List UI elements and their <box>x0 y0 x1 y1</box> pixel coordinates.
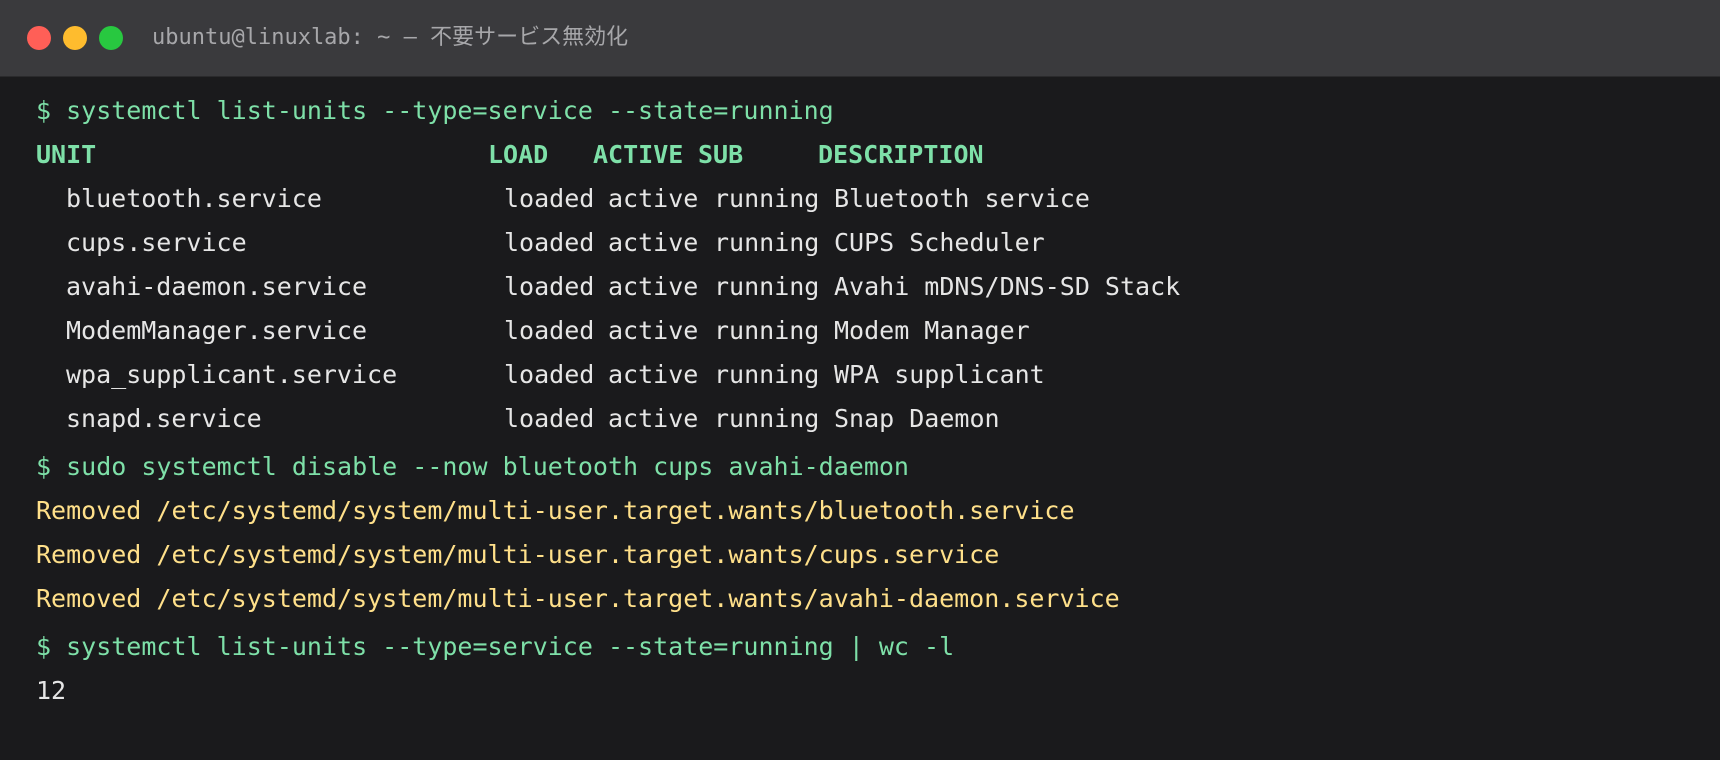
row-sub: running <box>714 228 820 257</box>
row-load: loaded <box>504 316 595 345</box>
terminal-output[interactable]: $ systemctl list-units --type=service --… <box>0 77 1720 760</box>
row-load: loaded <box>504 228 595 257</box>
row-sub: running <box>714 404 820 433</box>
command-line: $ systemctl list-units --type=service --… <box>36 632 955 661</box>
close-button[interactable] <box>27 26 51 50</box>
table-row: snapd.service loaded active running Snap… <box>36 401 1436 437</box>
row-unit: snapd.service <box>66 404 262 433</box>
row-load: loaded <box>504 184 595 213</box>
row-description: WPA supplicant <box>834 360 1045 389</box>
command-line: $ sudo systemctl disable --now bluetooth… <box>36 452 909 481</box>
row-description: Avahi mDNS/DNS-SD Stack <box>834 272 1181 301</box>
header-description: DESCRIPTION <box>818 140 984 169</box>
row-load: loaded <box>504 360 595 389</box>
terminal-window: ubuntu@linuxlab: ~ — 不要サービス無効化 $ systemc… <box>0 0 1720 760</box>
command-line: $ systemctl list-units --type=service --… <box>36 96 834 125</box>
output-line: Removed /etc/systemd/system/multi-user.t… <box>36 540 1000 569</box>
row-active: active <box>608 316 699 345</box>
output-line: Removed /etc/systemd/system/multi-user.t… <box>36 496 1075 525</box>
row-description: CUPS Scheduler <box>834 228 1045 257</box>
row-active: active <box>608 360 699 389</box>
row-sub: running <box>714 360 820 389</box>
row-sub: running <box>714 272 820 301</box>
zoom-button[interactable] <box>99 26 123 50</box>
row-unit: cups.service <box>66 228 247 257</box>
header-active: ACTIVE <box>593 140 684 169</box>
table-row: avahi-daemon.service loaded active runni… <box>36 269 1436 305</box>
row-unit: avahi-daemon.service <box>66 272 368 301</box>
row-description: Modem Manager <box>834 316 1030 345</box>
row-active: active <box>608 404 699 433</box>
title-bar: ubuntu@linuxlab: ~ — 不要サービス無効化 <box>0 0 1720 77</box>
row-unit: bluetooth.service <box>66 184 322 213</box>
row-description: Snap Daemon <box>834 404 1000 433</box>
output-line: Removed /etc/systemd/system/multi-user.t… <box>36 584 1120 613</box>
table-row: wpa_supplicant.service loaded active run… <box>36 357 1436 393</box>
header-unit: UNIT <box>36 140 97 169</box>
row-unit: ModemManager.service <box>66 316 368 345</box>
table-row: ModemManager.service loaded active runni… <box>36 313 1436 349</box>
table-row: bluetooth.service loaded active running … <box>36 181 1436 217</box>
table-header: UNIT LOAD ACTIVE SUB DESCRIPTION <box>36 137 1236 173</box>
window-title: ubuntu@linuxlab: ~ — 不要サービス無効化 <box>152 25 629 50</box>
row-load: loaded <box>504 404 595 433</box>
row-sub: running <box>714 184 820 213</box>
row-load: loaded <box>504 272 595 301</box>
row-active: active <box>608 228 699 257</box>
table-row: cups.service loaded active running CUPS … <box>36 225 1436 261</box>
header-load: LOAD <box>488 140 549 169</box>
row-active: active <box>608 184 699 213</box>
minimize-button[interactable] <box>63 26 87 50</box>
output-count: 12 <box>36 676 67 705</box>
row-description: Bluetooth service <box>834 184 1090 213</box>
row-active: active <box>608 272 699 301</box>
row-sub: running <box>714 316 820 345</box>
header-sub: SUB <box>698 140 744 169</box>
row-unit: wpa_supplicant.service <box>66 360 398 389</box>
